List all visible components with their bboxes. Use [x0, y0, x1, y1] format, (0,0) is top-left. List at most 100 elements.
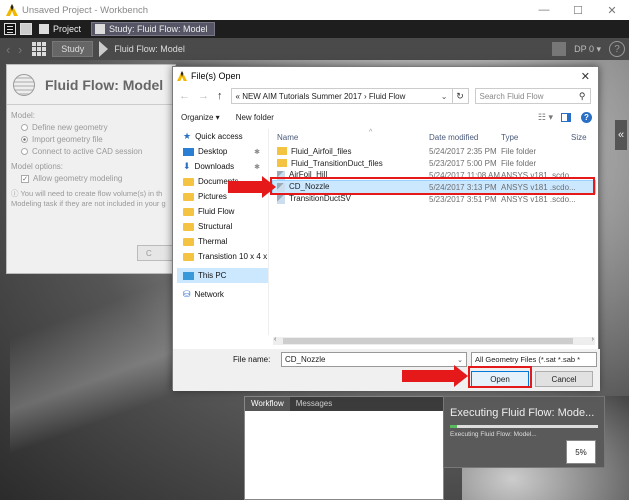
address-bar[interactable]: « NEW AIM Tutorials Summer 2017 › Fluid … — [230, 88, 453, 104]
organize-button[interactable]: Organize ▾ — [181, 113, 220, 122]
design-point-selector[interactable]: DP 0 ▾ — [570, 44, 605, 55]
scrollbar-thumb[interactable] — [283, 338, 573, 344]
grid-icon[interactable] — [32, 42, 47, 56]
annotation-arrow-open — [402, 365, 468, 387]
study-icon — [95, 24, 106, 34]
scroll-left-icon[interactable]: ‹ — [274, 336, 276, 343]
annotation-arrow-file — [228, 176, 276, 198]
nav-label: Desktop — [198, 147, 228, 156]
model-label: Model: — [11, 111, 36, 120]
option-label: Define new geometry — [32, 123, 108, 132]
fluid-flow-icon — [13, 73, 35, 96]
horizontal-scrollbar[interactable]: ‹ › — [273, 336, 595, 345]
search-placeholder: Search Fluid Flow — [479, 91, 544, 101]
breadcrumb-current: Fluid Flow: Model — [114, 44, 185, 54]
task-panel-button[interactable]: C — [137, 245, 173, 261]
collapse-arrow-icon[interactable]: « — [615, 120, 627, 150]
progress-fill — [450, 425, 458, 428]
nav-quick-access[interactable]: ★ Quick access — [177, 129, 268, 144]
download-icon: ⬇ — [183, 161, 191, 171]
file-name: Fluid_Airfoil_files — [277, 147, 351, 156]
back-forward-icon[interactable]: ‹ › — [6, 42, 24, 57]
file-type-filter-label: All Geometry Files (*.sat *.sab * — [475, 355, 581, 364]
close-window-button[interactable]: ✕ — [595, 4, 629, 17]
cancel-button[interactable]: Cancel — [535, 371, 593, 387]
radio-icon[interactable] — [21, 148, 28, 155]
nav-label: This PC — [198, 271, 227, 280]
tab-project-label: Project — [53, 24, 82, 34]
option-connect-cad[interactable]: Connect to active CAD session — [21, 147, 175, 156]
tab-study[interactable]: Study: Fluid Flow: Model — [91, 22, 215, 36]
pin-icon: ✱ — [254, 148, 260, 156]
tab-messages[interactable]: Messages — [290, 397, 338, 411]
nav-structural[interactable]: Structural — [177, 219, 268, 234]
radio-icon[interactable] — [21, 124, 28, 131]
file-row[interactable]: Fluid_Airfoil_files 5/24/2017 2:35 PM Fi… — [273, 145, 595, 157]
pin-icon: ✱ — [254, 163, 260, 171]
search-icon: ⚲ — [578, 90, 586, 101]
chevron-down-icon[interactable]: ⌄ — [441, 92, 448, 101]
scroll-right-icon[interactable]: › — [592, 336, 594, 343]
nav-thermal[interactable]: Thermal — [177, 234, 268, 249]
nav-label: Downloads — [194, 162, 235, 171]
save-icon[interactable] — [20, 23, 32, 35]
checkbox-icon[interactable]: ✓ — [21, 174, 29, 183]
workflow-panel: Workflow Messages — [244, 396, 444, 500]
folder-icon — [277, 159, 287, 168]
note-line-1: You will need to create flow volume(s) i… — [20, 189, 163, 198]
menu-icon[interactable] — [4, 23, 16, 35]
up-arrow-icon[interactable]: ↑ — [217, 90, 223, 102]
address-part-2[interactable]: Fluid Flow — [369, 92, 405, 101]
nav-network[interactable]: ⛁ Network — [177, 287, 268, 302]
nav-transistion[interactable]: Transistion 10 x 4 x — [177, 249, 268, 264]
column-size[interactable]: Size — [571, 133, 587, 142]
nav-fluid-flow[interactable]: Fluid Flow — [177, 204, 268, 219]
tab-workflow[interactable]: Workflow — [245, 397, 290, 411]
file-type-filter[interactable]: All Geometry Files (*.sat *.sab * — [471, 352, 597, 367]
study-navbar: ‹ › Study Fluid Flow: Model DP 0 ▾ ? — [0, 38, 629, 60]
search-input[interactable]: Search Fluid Flow ⚲ — [474, 88, 591, 104]
progress-bar — [450, 425, 598, 428]
column-type[interactable]: Type — [501, 133, 518, 142]
ansys-logo-icon — [177, 71, 187, 81]
tab-project[interactable]: Project — [36, 22, 87, 36]
file-date: 5/23/2017 5:00 PM — [429, 158, 497, 168]
arrow-shaft — [402, 370, 454, 382]
chevron-down-icon[interactable]: ⌄ — [457, 356, 463, 364]
new-folder-button[interactable]: New folder — [236, 113, 274, 122]
dialog-close-button[interactable]: ✕ — [581, 70, 590, 83]
breadcrumb-study[interactable]: Study — [52, 41, 94, 57]
minimize-button[interactable]: — — [527, 4, 561, 17]
address-part-1[interactable]: NEW AIM Tutorials Summer 2017 — [242, 92, 362, 101]
maximize-button[interactable]: ☐ — [561, 4, 595, 17]
help-icon[interactable]: ? — [609, 41, 625, 57]
column-name[interactable]: Name — [277, 133, 298, 142]
breadcrumb-study-label: Study — [61, 44, 85, 54]
option-define-new[interactable]: Define new geometry — [21, 123, 175, 132]
back-arrow-icon[interactable]: ← — [179, 90, 190, 102]
checkbox-label: Allow geometry modeling — [33, 174, 123, 183]
column-date[interactable]: Date modified — [429, 133, 478, 142]
file-name-input[interactable]: CD_Nozzle ⌄ — [281, 352, 467, 367]
refresh-icon[interactable]: ↻ — [452, 88, 469, 104]
file-name-text: TransitionDuctSV — [289, 194, 351, 204]
preview-pane-icon[interactable] — [561, 112, 571, 122]
radio-selected-icon[interactable] — [21, 136, 28, 143]
allow-geometry-checkbox[interactable]: ✓ Allow geometry modeling — [21, 174, 175, 183]
workflow-tabs: Workflow Messages — [245, 397, 443, 411]
file-row[interactable]: Fluid_TransitionDuct_files 5/23/2017 5:0… — [273, 157, 595, 169]
file-type: File folder — [501, 158, 537, 168]
dialog-bottom: File name: CD_Nozzle ⌄ All Geometry File… — [173, 349, 600, 391]
option-import-file[interactable]: Import geometry file — [21, 135, 175, 144]
help-icon[interactable]: ? — [581, 111, 592, 123]
nav-this-pc[interactable]: This PC — [177, 268, 268, 283]
design-point-icon[interactable] — [552, 42, 567, 56]
forward-arrow-icon[interactable]: → — [198, 90, 209, 102]
file-open-dialog: File(s) Open ✕ ← → ↑ « NEW AIM Tutorials… — [172, 66, 600, 391]
nav-desktop[interactable]: Desktop ✱ — [177, 144, 268, 159]
view-options-icon[interactable]: ☷ ▾ — [538, 112, 553, 123]
task-panel-title: Fluid Flow: Model — [45, 76, 164, 93]
folder-icon — [277, 147, 287, 156]
window-titlebar: Unsaved Project - Workbench — ☐ ✕ — [0, 0, 629, 20]
nav-downloads[interactable]: ⬇ Downloads ✱ — [177, 159, 268, 174]
